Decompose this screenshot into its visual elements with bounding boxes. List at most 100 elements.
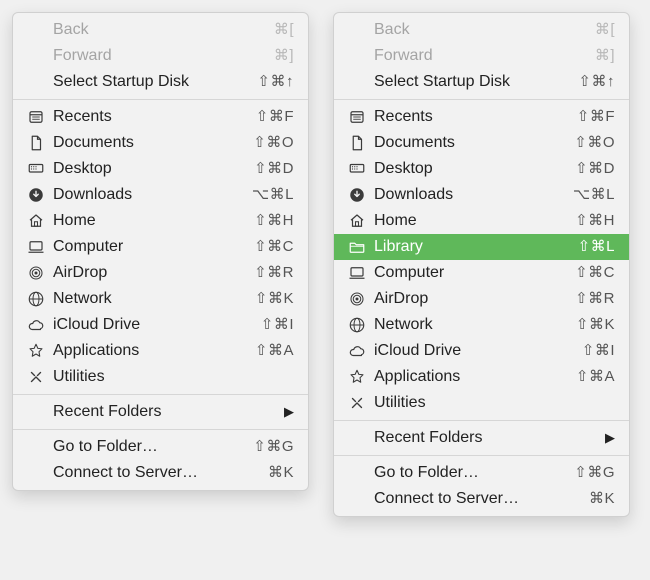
menu-item-utilities[interactable]: Utilities xyxy=(334,390,629,416)
menu-item-label: Home xyxy=(47,211,236,231)
menu-item-label: Forward xyxy=(47,46,236,66)
menu-item-shortcut: ⇧⌘H xyxy=(236,212,294,231)
menu-item-downloads[interactable]: Downloads⌥⌘L xyxy=(13,182,308,208)
menu-item-downloads[interactable]: Downloads⌥⌘L xyxy=(334,182,629,208)
menu-item-label: Applications xyxy=(47,341,236,361)
menu-item-desktop[interactable]: Desktop⇧⌘D xyxy=(13,156,308,182)
menu-item-shortcut: ⇧⌘D xyxy=(236,160,294,179)
finder-go-menu-right: Back⌘[Forward⌘]Select Startup Disk⇧⌘↑ Rec… xyxy=(333,12,630,517)
menu-item-shortcut: ⌥⌘L xyxy=(557,186,615,205)
menu-item-network[interactable]: Network⇧⌘K xyxy=(13,286,308,312)
menu-item-recents[interactable]: Recents⇧⌘F xyxy=(13,104,308,130)
menu-item-shortcut: ⇧⌘K xyxy=(236,290,294,309)
menu-item-desktop[interactable]: Desktop⇧⌘D xyxy=(334,156,629,182)
menu-item-shortcut: ⇧⌘C xyxy=(236,238,294,257)
menu-item-recent-folders[interactable]: Recent Folders▶ xyxy=(13,399,308,425)
menu-item-label: AirDrop xyxy=(368,289,557,309)
menu-item-label: Connect to Server… xyxy=(47,463,236,483)
menu-item-shortcut: ⇧⌘O xyxy=(236,134,294,153)
menu-item-computer[interactable]: Computer⇧⌘C xyxy=(13,234,308,260)
menu-item-select-startup-disk[interactable]: Select Startup Disk⇧⌘↑ xyxy=(334,69,629,95)
apps-icon xyxy=(25,342,47,360)
submenu-arrow-icon: ▶ xyxy=(276,404,294,420)
menu-item-label: iCloud Drive xyxy=(368,341,557,361)
menu-item-shortcut: ⇧⌘C xyxy=(557,264,615,283)
menu-item-label: Network xyxy=(47,289,236,309)
menu-item-icloud-drive[interactable]: iCloud Drive⇧⌘I xyxy=(334,338,629,364)
menu-item-label: Utilities xyxy=(368,393,557,413)
menu-item-select-startup-disk[interactable]: Select Startup Disk⇧⌘↑ xyxy=(13,69,308,95)
menu-separator xyxy=(13,429,308,430)
downloads-icon xyxy=(25,186,47,204)
home-icon xyxy=(346,212,368,230)
menu-item-airdrop[interactable]: AirDrop⇧⌘R xyxy=(334,286,629,312)
menu-item-shortcut: ⇧⌘L xyxy=(557,238,615,257)
menu-item-label: Home xyxy=(368,211,557,231)
menu-item-shortcut: ⇧⌘K xyxy=(557,316,615,335)
menu-item-label: Downloads xyxy=(47,185,236,205)
menu-item-shortcut: ⇧⌘I xyxy=(557,342,615,361)
menu-item-connect-to-server[interactable]: Connect to Server…⌘K xyxy=(334,486,629,512)
menu-item-back: Back⌘[ xyxy=(334,17,629,43)
desktop-icon xyxy=(346,160,368,178)
menu-item-recents[interactable]: Recents⇧⌘F xyxy=(334,104,629,130)
menu-item-shortcut: ⌘] xyxy=(236,47,294,66)
menu-item-label: Network xyxy=(368,315,557,335)
menu-item-icloud-drive[interactable]: iCloud Drive⇧⌘I xyxy=(13,312,308,338)
document-icon xyxy=(25,134,47,152)
menu-item-applications[interactable]: Applications⇧⌘A xyxy=(13,338,308,364)
menu-item-label: Back xyxy=(47,20,236,40)
menu-item-computer[interactable]: Computer⇧⌘C xyxy=(334,260,629,286)
menu-item-home[interactable]: Home⇧⌘H xyxy=(13,208,308,234)
menu-item-forward: Forward⌘] xyxy=(13,43,308,69)
menu-item-home[interactable]: Home⇧⌘H xyxy=(334,208,629,234)
menu-item-label: Recent Folders xyxy=(368,428,597,448)
recents-icon xyxy=(346,108,368,126)
menu-item-label: Go to Folder… xyxy=(368,463,557,483)
menu-item-shortcut: ⌘K xyxy=(236,464,294,483)
menu-item-label: Connect to Server… xyxy=(368,489,557,509)
menu-item-shortcut: ⇧⌘O xyxy=(557,134,615,153)
menu-item-connect-to-server[interactable]: Connect to Server…⌘K xyxy=(13,460,308,486)
menu-item-shortcut: ⌘K xyxy=(557,490,615,509)
utilities-icon xyxy=(25,368,47,386)
menu-item-label: Documents xyxy=(368,133,557,153)
menu-item-shortcut: ⌘[ xyxy=(236,21,294,40)
menu-item-shortcut: ⌘[ xyxy=(557,21,615,40)
menu-item-shortcut: ⇧⌘R xyxy=(557,290,615,309)
menu-item-label: Select Startup Disk xyxy=(47,72,236,92)
menu-separator xyxy=(334,455,629,456)
recents-icon xyxy=(25,108,47,126)
menu-item-shortcut: ⇧⌘G xyxy=(557,464,615,483)
menu-item-network[interactable]: Network⇧⌘K xyxy=(334,312,629,338)
menu-item-utilities[interactable]: Utilities xyxy=(13,364,308,390)
menu-item-shortcut: ⇧⌘F xyxy=(236,108,294,127)
menu-item-library[interactable]: Library⇧⌘L xyxy=(334,234,629,260)
menu-item-go-to-folder[interactable]: Go to Folder…⇧⌘G xyxy=(13,434,308,460)
cloud-icon xyxy=(346,342,368,360)
menu-item-label: Go to Folder… xyxy=(47,437,236,457)
desktop-icon xyxy=(25,160,47,178)
menu-item-shortcut: ⇧⌘↑ xyxy=(236,73,294,92)
menu-item-label: Documents xyxy=(47,133,236,153)
menu-separator xyxy=(13,394,308,395)
finder-go-menu-left: Back⌘[Forward⌘]Select Startup Disk⇧⌘↑Rec… xyxy=(12,12,309,491)
menu-item-airdrop[interactable]: AirDrop⇧⌘R xyxy=(13,260,308,286)
menu-item-go-to-folder[interactable]: Go to Folder…⇧⌘G xyxy=(334,460,629,486)
airdrop-icon xyxy=(25,264,47,282)
menu-item-shortcut: ⇧⌘A xyxy=(557,368,615,387)
menu-item-shortcut: ⇧⌘↑ xyxy=(557,73,615,92)
menu-item-documents[interactable]: Documents⇧⌘O xyxy=(13,130,308,156)
menu-item-recent-folders[interactable]: Recent Folders▶ xyxy=(334,425,629,451)
menu-separator xyxy=(13,99,308,100)
menu-item-label: Desktop xyxy=(47,159,236,179)
menu-item-applications[interactable]: Applications⇧⌘A xyxy=(334,364,629,390)
menu-item-documents[interactable]: Documents⇧⌘O xyxy=(334,130,629,156)
network-icon xyxy=(346,316,368,334)
menu-item-forward: Forward⌘] xyxy=(334,43,629,69)
submenu-arrow-icon: ▶ xyxy=(597,430,615,446)
airdrop-icon xyxy=(346,290,368,308)
menu-item-shortcut: ⇧⌘F xyxy=(557,108,615,127)
menu-item-label: AirDrop xyxy=(47,263,236,283)
menu-item-shortcut: ⇧⌘G xyxy=(236,438,294,457)
